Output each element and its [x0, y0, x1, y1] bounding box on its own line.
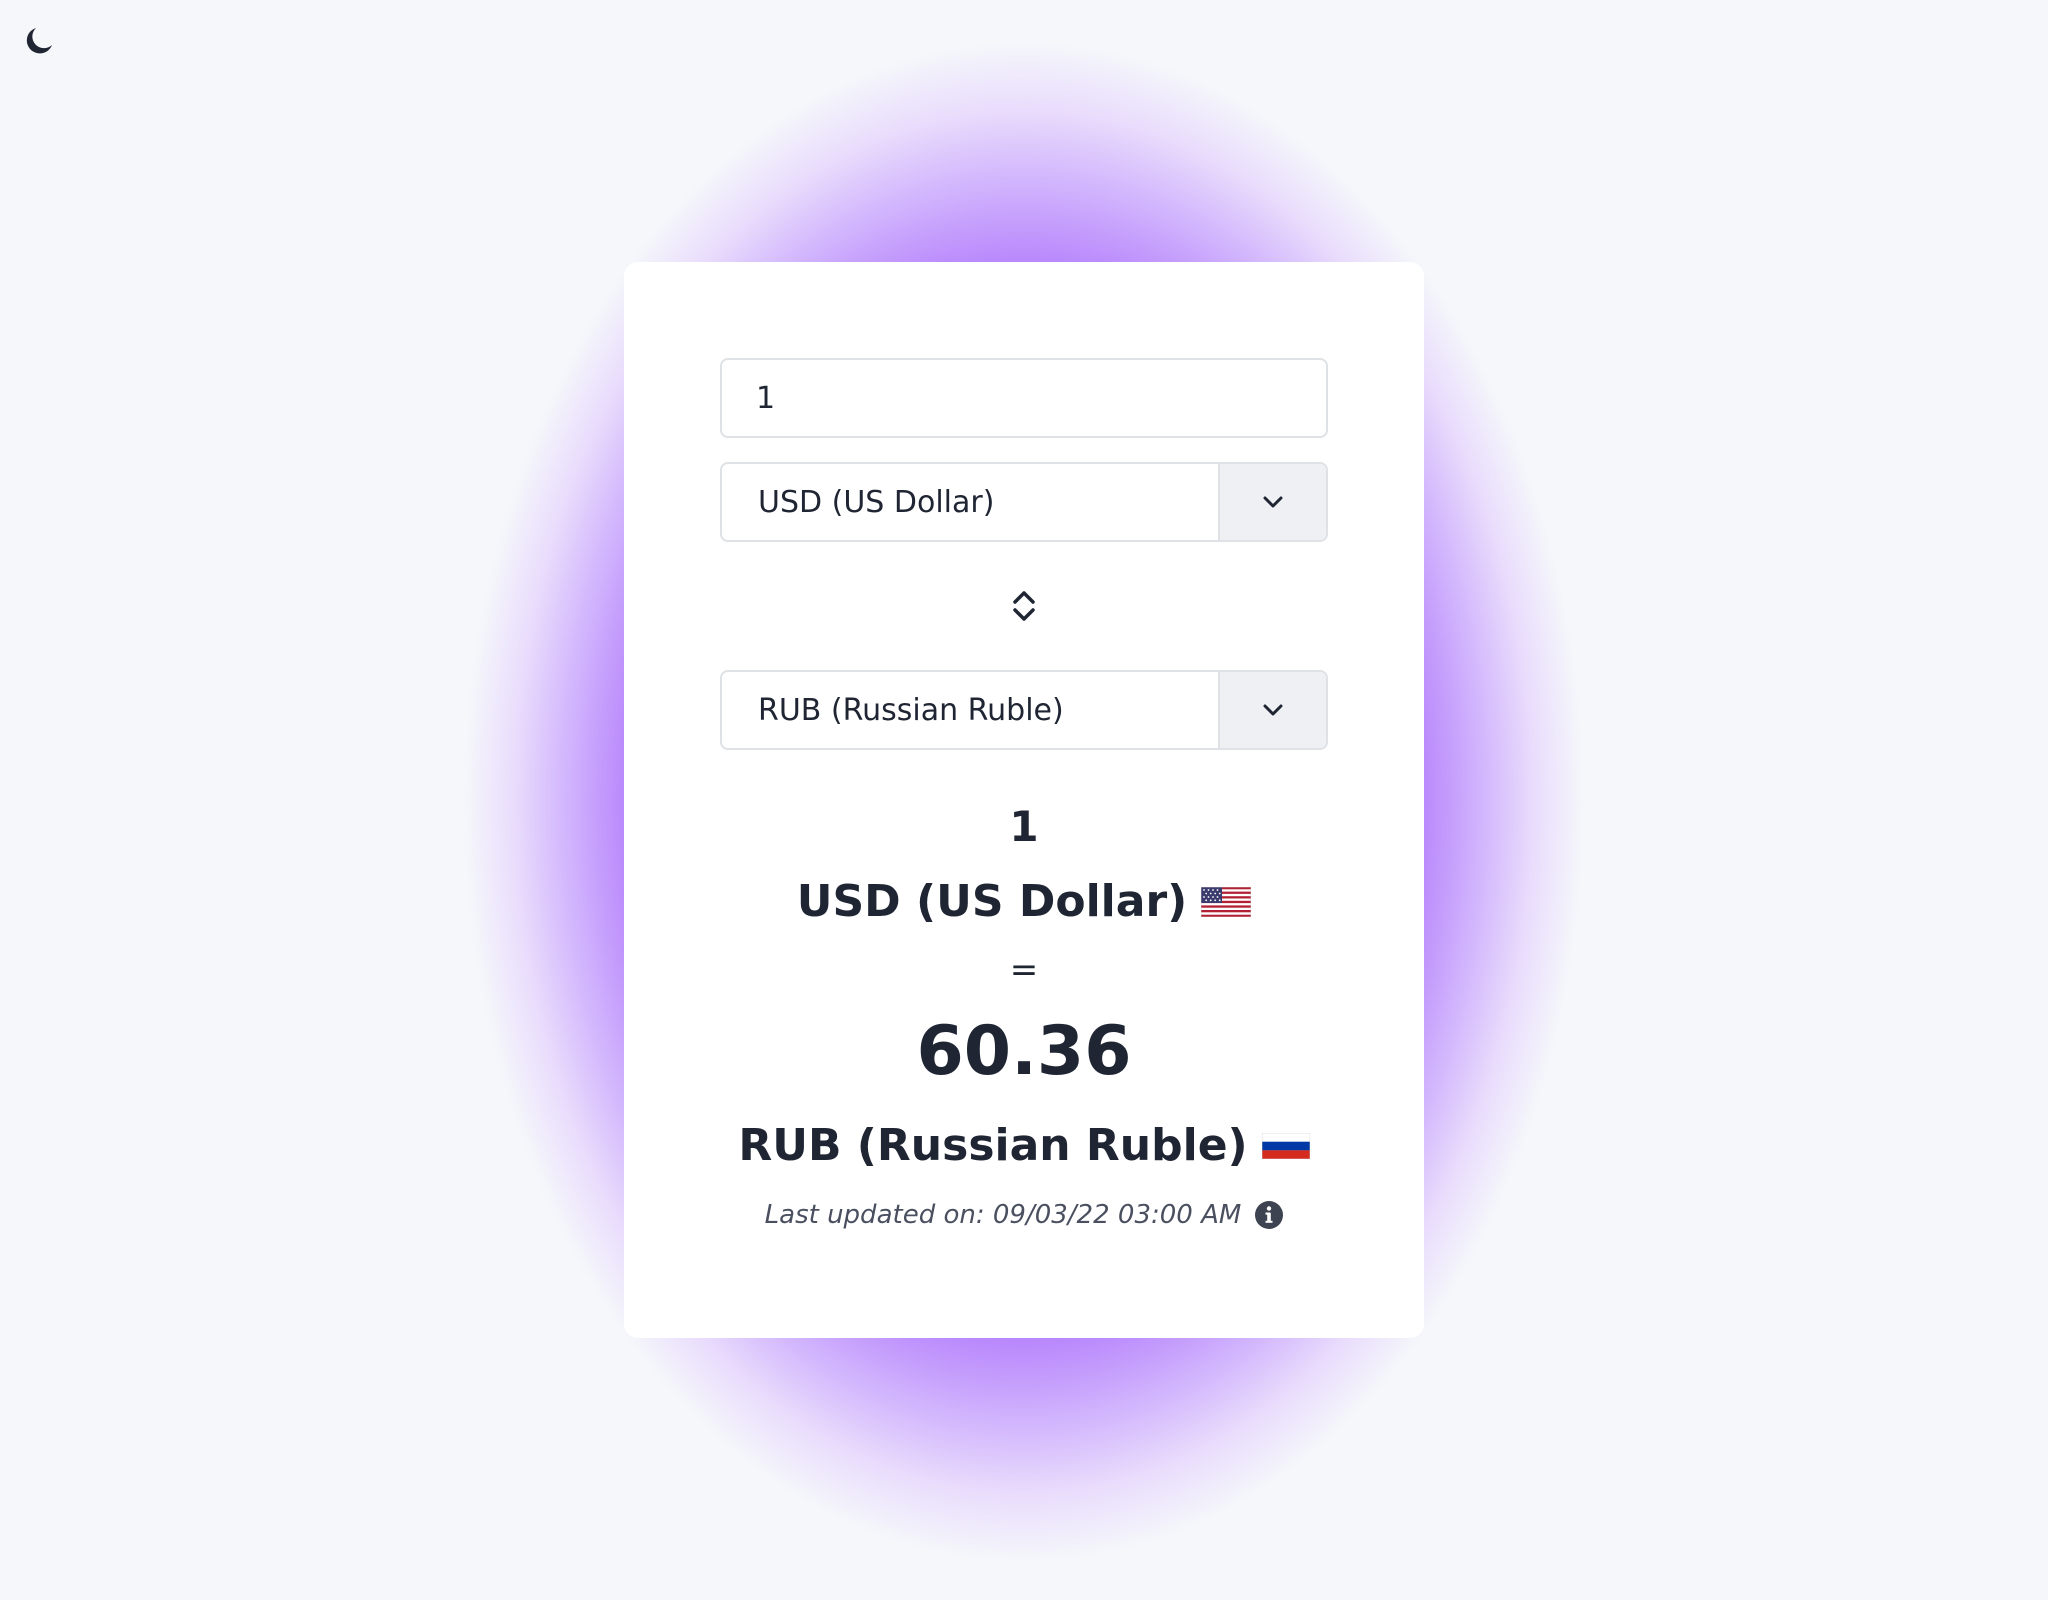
from-currency-value: USD (US Dollar) — [758, 484, 995, 520]
last-updated: Last updated on: 09/03/22 03:00 AM — [624, 1200, 1424, 1230]
result-amount: 1 — [1009, 802, 1039, 851]
chevron-down-icon — [1263, 704, 1283, 716]
result-to-currency: RUB (Russian Ruble) — [624, 1118, 1424, 1174]
result-equals-sign: = — [1009, 950, 1039, 990]
us-flag-icon — [1201, 887, 1252, 917]
result-to-currency-label: RUB (Russian Ruble) — [738, 1120, 1248, 1171]
converter-card: USD (US Dollar) RUB (Russian Ruble) 1 US… — [624, 262, 1424, 1338]
amount-input[interactable] — [720, 358, 1328, 438]
from-currency-dropdown-button[interactable] — [1218, 464, 1326, 540]
result-from-currency-label: USD (US Dollar) — [796, 876, 1188, 927]
result-from-currency: USD (US Dollar) — [624, 874, 1424, 930]
swap-currencies-button[interactable] — [1004, 578, 1044, 634]
chevron-down-icon — [1263, 496, 1283, 508]
last-updated-text: Last updated on: 09/03/22 03:00 AM — [764, 1200, 1242, 1230]
info-icon[interactable] — [1255, 1201, 1284, 1229]
result-converted-value: 60.36 — [916, 1012, 1132, 1091]
from-currency-select[interactable]: USD (US Dollar) — [720, 462, 1328, 542]
moon-icon — [26, 28, 52, 54]
to-currency-value: RUB (Russian Ruble) — [758, 692, 1064, 728]
ru-flag-icon — [1261, 1133, 1310, 1159]
to-currency-select[interactable]: RUB (Russian Ruble) — [720, 670, 1328, 750]
to-currency-dropdown-button[interactable] — [1218, 672, 1326, 748]
theme-toggle-button[interactable] — [22, 24, 56, 58]
swap-vertical-icon — [1013, 591, 1035, 621]
